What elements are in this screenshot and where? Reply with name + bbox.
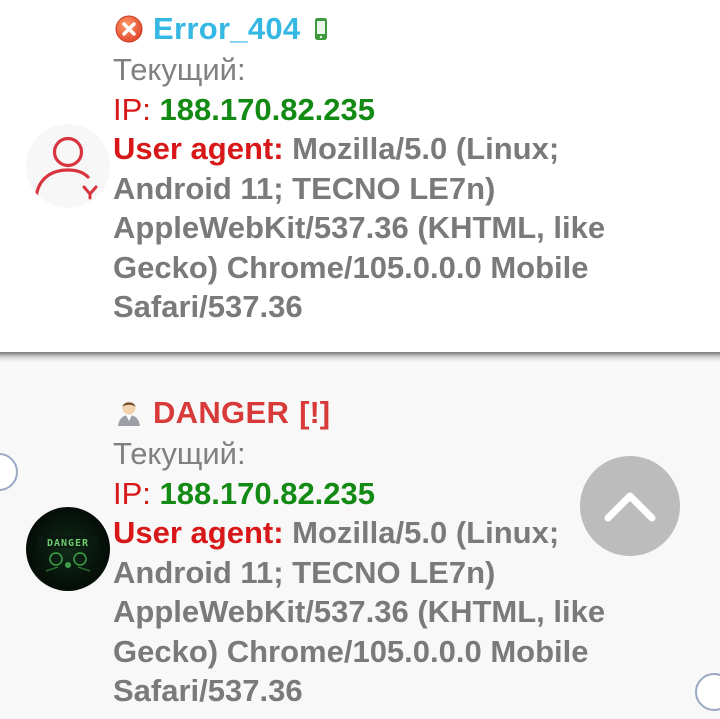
username[interactable]: DANGER <box>153 392 289 434</box>
user-agent-line: AppleWebKit/537.36 (KHTML, like <box>113 594 606 629</box>
status-label: Текущий: <box>113 52 246 87</box>
danger-avatar-image: DANGER <box>26 507 110 591</box>
user-agent-line: Gecko) Chrome/105.0.0.0 Mobile <box>113 633 589 669</box>
chevron-up-icon <box>604 492 656 522</box>
svg-text:DANGER: DANGER <box>47 538 89 549</box>
user-agent-line: Android 11; TECNO LE7n) <box>113 170 496 206</box>
error-x-icon <box>113 13 145 45</box>
ip-label: IP: <box>113 91 151 127</box>
user-agent-label: User agent: <box>113 131 284 166</box>
user-agent-line: Safari/537.36 <box>113 289 303 324</box>
username-row[interactable]: DANGER [!] <box>113 392 702 434</box>
user-agent-line: Android 11; TECNO LE7n) <box>113 554 496 590</box>
card-divider <box>0 352 720 362</box>
user-agent-line: AppleWebKit/537.36 (KHTML, like <box>113 210 606 245</box>
ip-value: 188.170.82.235 <box>159 475 376 511</box>
warning-badge: [!] <box>299 395 331 430</box>
post-card: Error_404 Текущий: IP: 188.170.82.235 Us… <box>0 0 720 352</box>
username[interactable]: Error_404 <box>153 8 300 50</box>
ip-value: 188.170.82.235 <box>159 91 376 127</box>
post-content: Error_404 Текущий: IP: 188.170.82.235 Us… <box>113 8 702 327</box>
user-agent-line: Mozilla/5.0 (Linux; <box>292 131 560 166</box>
user-agent-line: Gecko) Chrome/105.0.0.0 Mobile <box>113 249 589 285</box>
ip-label: IP: <box>113 475 151 511</box>
user-agent-line: Safari/537.36 <box>113 673 303 708</box>
person-emoji-icon <box>113 397 145 429</box>
user-agent-line: Mozilla/5.0 (Linux; <box>292 515 560 550</box>
scroll-to-top-button[interactable] <box>580 456 680 556</box>
user-avatar[interactable]: DANGER <box>26 507 110 591</box>
ip-line: IP: 188.170.82.235 <box>113 90 702 130</box>
user-agent-block: User agent: Mozilla/5.0 (Linux; Android … <box>113 129 702 327</box>
user-avatar-outline-icon <box>34 136 98 200</box>
user-agent-label: User agent: <box>113 515 284 550</box>
username-row[interactable]: Error_404 <box>113 8 702 50</box>
post-feed: Error_404 Текущий: IP: 188.170.82.235 Us… <box>0 0 720 719</box>
user-avatar[interactable] <box>26 124 110 208</box>
mobile-phone-icon <box>314 17 328 41</box>
